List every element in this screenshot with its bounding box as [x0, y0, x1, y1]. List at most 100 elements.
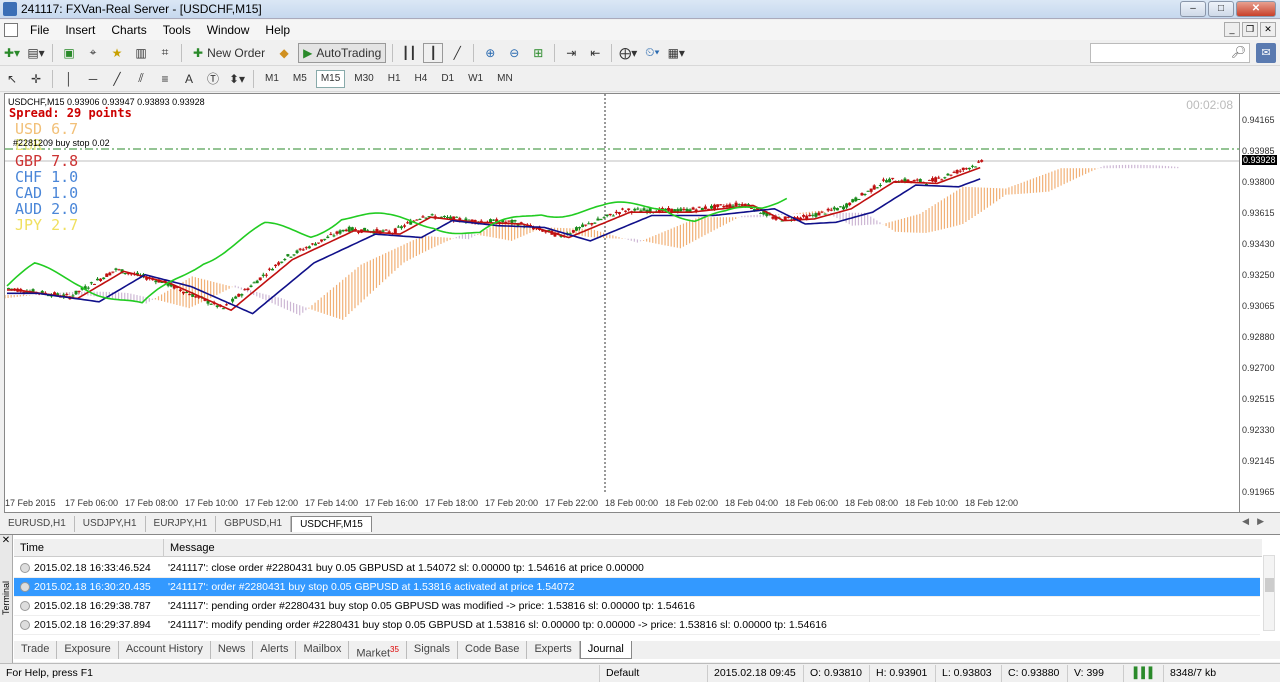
timeframe-h1[interactable]: H1 [383, 70, 406, 88]
timeframe-d1[interactable]: D1 [436, 70, 459, 88]
market-watch-icon[interactable]: ▣ [59, 43, 79, 63]
mdi-restore-button[interactable]: ❐ [1242, 22, 1258, 37]
candle-body [341, 229, 345, 232]
tab-gbpusd-h1[interactable]: GBPUSD,H1 [216, 516, 292, 532]
col-message-header[interactable]: Message [164, 539, 215, 556]
document-icon[interactable] [4, 23, 18, 37]
tile-windows-icon[interactable]: ⊞ [528, 43, 548, 63]
timeframe-m1[interactable]: M1 [260, 70, 284, 88]
journal-row[interactable]: 2015.02.18 16:29:38.787 '241117': pendin… [14, 597, 1260, 616]
mdi-close-button[interactable]: ✕ [1260, 22, 1276, 37]
arrows-icon[interactable]: ⬍▾ [227, 69, 247, 89]
timeframe-mn[interactable]: MN [492, 70, 518, 88]
indicators-icon[interactable]: ⨁▾ [618, 43, 638, 63]
tab-exposure[interactable]: Exposure [57, 641, 119, 659]
tab-signals[interactable]: Signals [407, 641, 458, 659]
autotrading-button[interactable]: ▶ AutoTrading [298, 42, 387, 63]
candle-body [688, 209, 692, 212]
price-tick: 0.93065 [1242, 301, 1275, 311]
menu-file[interactable]: File [22, 23, 57, 37]
channel-icon[interactable]: ⫽ [131, 69, 151, 89]
text-icon[interactable]: A [179, 69, 199, 89]
timeframe-m5[interactable]: M5 [288, 70, 312, 88]
tab-journal[interactable]: Journal [579, 641, 632, 659]
timeframe-m30[interactable]: M30 [349, 70, 378, 88]
menu-insert[interactable]: Insert [57, 23, 103, 37]
col-time-header[interactable]: Time [14, 539, 164, 556]
tab-scroll-arrows[interactable]: ◀▶ [1242, 516, 1272, 527]
templates-icon[interactable]: ▦▾ [666, 43, 686, 63]
menu-window[interactable]: Window [199, 23, 258, 37]
journal-row[interactable]: 2015.02.18 16:30:20.435 '241117': order … [14, 578, 1260, 597]
new-chart-icon[interactable]: ✚▾ [2, 43, 22, 63]
price-scale[interactable]: 0.94165 0.93985 0.93800 0.93615 0.93430 0.932… [1240, 93, 1280, 513]
periods-icon[interactable]: ⏲▾ [642, 43, 662, 63]
tab-market[interactable]: Market35 [349, 641, 407, 660]
line-chart-icon[interactable]: ╱ [447, 43, 467, 63]
candle-body [338, 230, 342, 234]
chart-area[interactable]: USDCHF,M15 0.93906 0.93947 0.93893 0.939… [4, 93, 1240, 513]
timeframe-m15[interactable]: M15 [315, 69, 346, 88]
terminal-icon[interactable]: ▥ [131, 43, 151, 63]
cursor-icon[interactable]: ↖ [2, 69, 22, 89]
minimize-button[interactable]: – [1180, 1, 1206, 17]
restore-button[interactable]: □ [1208, 1, 1234, 17]
data-window-icon[interactable]: ⌖ [83, 43, 103, 63]
timeframe-h4[interactable]: H4 [410, 70, 433, 88]
candle-body [283, 259, 287, 261]
autoscroll-icon[interactable]: ⇥ [561, 43, 581, 63]
profiles-icon[interactable]: ▤▾ [26, 43, 46, 63]
tab-code-base[interactable]: Code Base [458, 641, 528, 659]
menu-help[interactable]: Help [257, 23, 298, 37]
close-button[interactable]: ✕ [1236, 1, 1276, 17]
zoom-in-icon[interactable]: ⊕ [480, 43, 500, 63]
candle-body [915, 179, 919, 181]
text-label-icon[interactable]: Ⓣ [203, 69, 223, 89]
strategy-tester-icon[interactable]: ⌗ [155, 43, 175, 63]
mail-icon[interactable]: ✉ [1256, 43, 1276, 63]
search-icon[interactable]: 🔎︎ [1231, 45, 1246, 59]
candle-body [958, 170, 962, 172]
candle-body [961, 167, 965, 171]
navigator-icon[interactable]: ★ [107, 43, 127, 63]
tab-eurjpy-h1[interactable]: EURJPY,H1 [146, 516, 217, 532]
horizontal-line-icon[interactable]: ─ [83, 69, 103, 89]
crosshair-icon[interactable]: ✛ [26, 69, 46, 89]
candle-body [875, 187, 879, 189]
vertical-line-icon[interactable]: │ [59, 69, 79, 89]
menu-tools[interactable]: Tools [155, 23, 199, 37]
tab-experts[interactable]: Experts [527, 641, 580, 659]
candle-body [344, 229, 348, 232]
tab-alerts[interactable]: Alerts [253, 641, 297, 659]
tab-trade[interactable]: Trade [14, 641, 58, 659]
trendline-icon[interactable]: ╱ [107, 69, 127, 89]
tab-eurusd-h1[interactable]: EURUSD,H1 [0, 516, 75, 532]
terminal-sidebar: ✕ Terminal [0, 535, 13, 663]
metaeditor-icon[interactable]: ◆ [274, 43, 294, 63]
chart-shift-icon[interactable]: ⇤ [585, 43, 605, 63]
tab-usdchf-m15[interactable]: USDCHF,M15 [291, 516, 372, 532]
menu-charts[interactable]: Charts [103, 23, 154, 37]
window-title: 241117: FXVan-Real Server - [USDCHF,M15] [21, 2, 262, 16]
fibonacci-icon[interactable]: ≡ [155, 69, 175, 89]
tab-usdjpy-h1[interactable]: USDJPY,H1 [75, 516, 146, 532]
new-order-button[interactable]: ✚ New Order [188, 43, 270, 63]
bar-chart-icon[interactable]: ┃┃ [399, 43, 419, 63]
candle-body [713, 204, 717, 210]
tab-news[interactable]: News [211, 641, 254, 659]
search-input[interactable]: 🔎︎ [1090, 43, 1250, 63]
status-profile[interactable]: Default [600, 664, 708, 682]
tab-account-history[interactable]: Account History [119, 641, 211, 659]
journal-scrollbar[interactable] [1263, 555, 1275, 631]
price-chart[interactable] [5, 94, 1239, 512]
tab-mailbox[interactable]: Mailbox [296, 641, 350, 659]
journal-row[interactable]: 2015.02.18 16:29:37.894 '241117': modify… [14, 616, 1260, 635]
candlestick-icon[interactable]: ┃ [423, 42, 444, 63]
journal-row[interactable]: 2015.02.18 16:33:46.524 '241117': close … [14, 559, 1260, 578]
zoom-out-icon[interactable]: ⊖ [504, 43, 524, 63]
mdi-minimize-button[interactable]: _ [1224, 22, 1240, 37]
candle-body [608, 213, 612, 216]
candle-body [255, 280, 259, 284]
terminal-close-icon[interactable]: ✕ [0, 535, 12, 546]
timeframe-w1[interactable]: W1 [463, 70, 488, 88]
